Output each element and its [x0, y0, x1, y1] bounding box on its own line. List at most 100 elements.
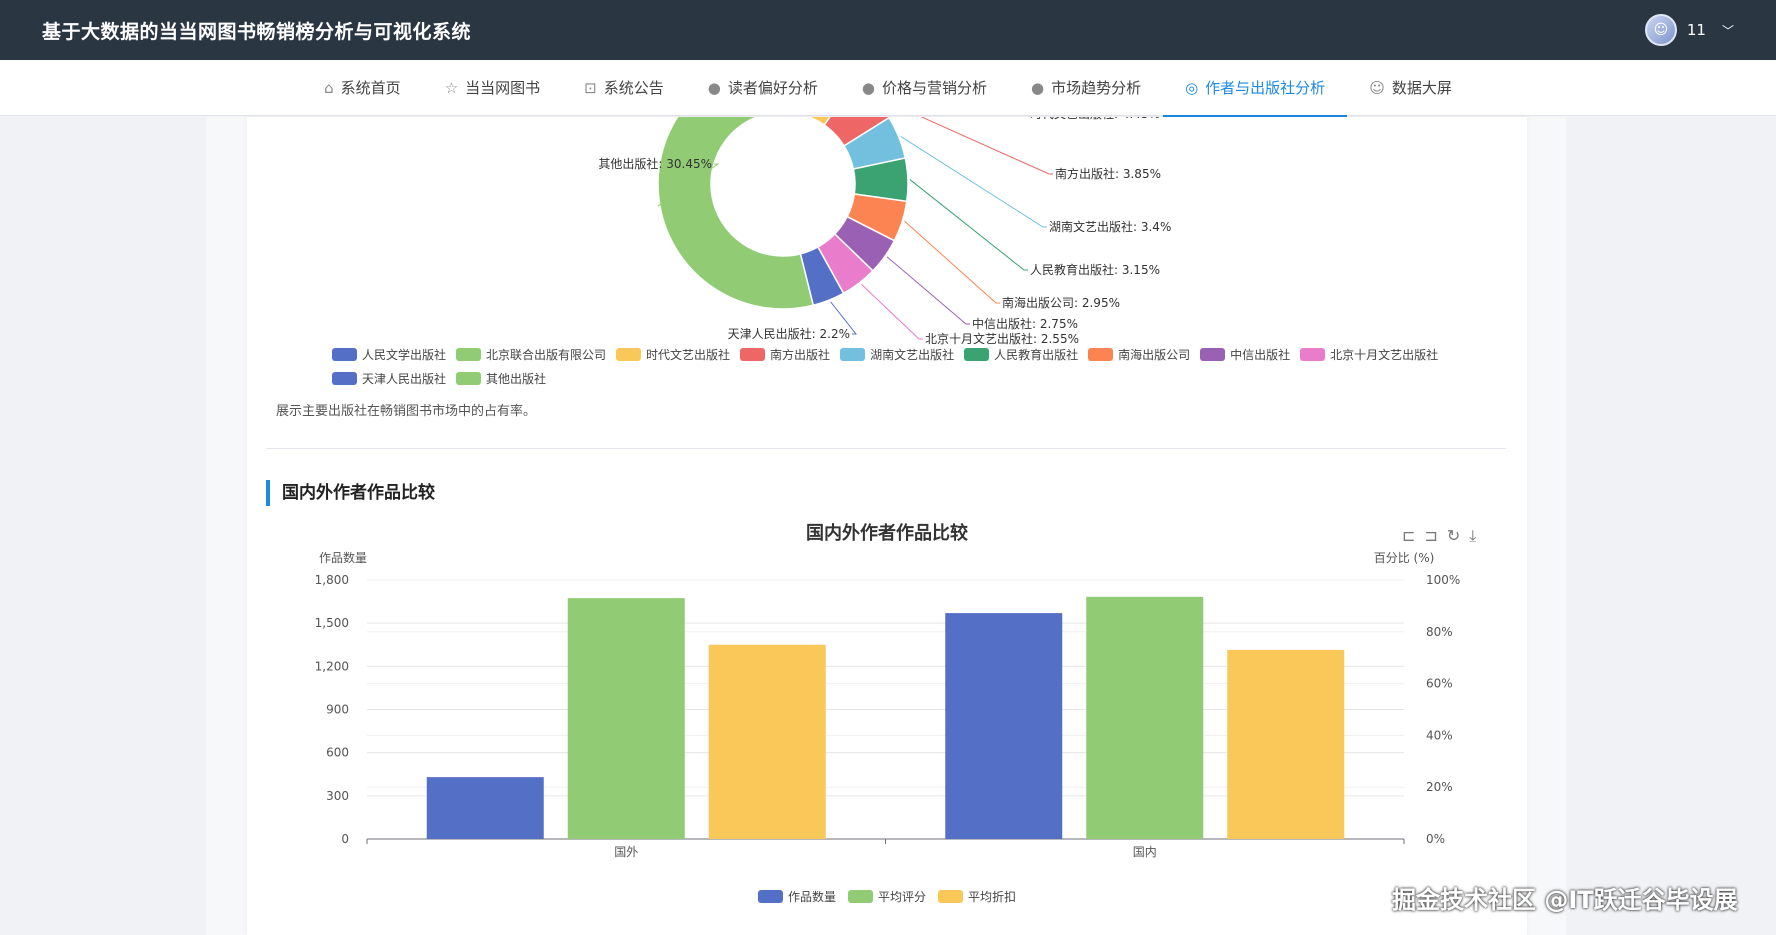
main-nav: ⌂ 系统首页 ☆ 当当网图书 ⊡ 系统公告 ● 读者偏好分析 ● 价格与营销分析 ● 市场趋势分析 ◎ 作… [0, 60, 1776, 118]
donut-leader-line [904, 220, 1000, 304]
bar-0-2[interactable] [708, 644, 826, 839]
y-tick-right: 20% [1426, 780, 1453, 794]
legend-swatch [740, 347, 766, 361]
publisher-share-donut-chart: 时代文艺出版社: 4.45% 南方出版社: 3.85% 湖南文艺出版社: 3.4% 人… [598, 117, 1171, 346]
bar-0-0[interactable] [426, 777, 544, 839]
user-menu[interactable]: ☺ 11 ﹀ [1644, 14, 1734, 46]
legend-swatch [456, 371, 482, 385]
legend-item[interactable]: 北京联合出版有限公司 [456, 346, 606, 362]
donut-slice-label: 南方出版社: 3.85% [1055, 166, 1161, 181]
legend-item[interactable]: 平均评分 [848, 888, 926, 904]
smile-icon: ☺ [1369, 78, 1385, 97]
nav-item-6[interactable]: ◎ 作者与出版社分析 [1163, 60, 1348, 118]
legend-item[interactable]: 人民文学出版社 [332, 346, 446, 362]
legend-label: 人民文学出版社 [362, 347, 447, 362]
legend-swatch [848, 889, 874, 903]
donut-slice-label: 中信出版社: 2.75% [972, 316, 1078, 331]
legend-item[interactable]: 南海出版公司 [1088, 346, 1190, 362]
nav-item-label: 读者偏好分析 [727, 79, 818, 97]
legend-swatch [938, 889, 964, 903]
donut-slice-label: 人民教育出版社: 3.15% [1030, 262, 1160, 277]
y-tick-left: 1,500 [315, 616, 349, 630]
legend-swatch [1088, 347, 1114, 361]
info-icon: ● [707, 78, 721, 97]
y-axis-right-label: 百分比 (%) [1374, 551, 1435, 565]
legend-item[interactable]: 天津人民出版社 [332, 370, 446, 386]
legend-label: 作品数量 [788, 889, 837, 904]
bar-0-1[interactable] [567, 598, 685, 839]
nav-item-1[interactable]: ☆ 当当网图书 [423, 60, 562, 116]
y-tick-right: 100% [1426, 573, 1460, 587]
section-divider [266, 448, 1506, 449]
watermark: 掘金技术社区 @IT跃迁谷毕设展 [1392, 886, 1738, 914]
y-tick-right: 80% [1426, 625, 1453, 639]
legend-swatch [332, 347, 357, 361]
avatar[interactable]: ☺ [1644, 14, 1677, 46]
nav-item-3[interactable]: ● 读者偏好分析 [686, 60, 840, 116]
legend-label: 人民教育出版社 [994, 347, 1079, 362]
legend-label: 南方出版社 [770, 347, 831, 362]
donut-slice-label: 南海出版公司: 2.95% [1002, 295, 1120, 310]
legend-label: 北京十月文艺出版社 [1330, 347, 1439, 362]
star-icon: ☆ [444, 78, 459, 97]
chevron-down-icon[interactable]: ﹀ [1722, 22, 1734, 39]
legend-item[interactable]: 北京十月文艺出版社 [1300, 346, 1438, 362]
bar-1-0[interactable] [945, 613, 1063, 839]
legend-item[interactable]: 人民教育出版社 [964, 346, 1078, 362]
bag-icon: ⊡ [584, 78, 597, 97]
legend-swatch [1300, 347, 1326, 361]
x-tick-label: 国外 [614, 845, 638, 859]
nav-item-4[interactable]: ● 价格与营销分析 [840, 60, 1009, 116]
legend-swatch [964, 347, 990, 361]
donut-slice-label: 湖南文艺出版社: 3.4% [1049, 219, 1171, 234]
donut-leader-line [886, 256, 970, 325]
nav-item-2[interactable]: ⊡ 系统公告 [562, 60, 686, 116]
bar-legend: 作品数量 平均评分 平均折扣 [758, 888, 1016, 904]
nav-item-label: 市场趋势分析 [1051, 79, 1142, 97]
legend-label: 平均折扣 [968, 889, 1017, 904]
y-tick-left: 0 [341, 832, 349, 846]
legend-item[interactable]: 湖南文艺出版社 [840, 346, 954, 362]
x-tick-label: 国内 [1133, 845, 1157, 859]
donut-slice-label: 时代文艺出版社: 4.45% [1030, 117, 1160, 121]
y-tick-left: 900 [326, 703, 349, 717]
username[interactable]: 11 [1687, 21, 1706, 39]
y-tick-left: 1,800 [315, 573, 349, 587]
legend-item[interactable]: 作品数量 [758, 888, 836, 904]
legend-item[interactable]: 南方出版社 [740, 346, 830, 362]
legend-swatch [456, 347, 482, 361]
donut-leader-line [909, 179, 1028, 271]
bar-1-1[interactable] [1086, 596, 1204, 839]
donut-slice-10[interactable] [657, 117, 815, 310]
nav-item-label: 作者与出版社分析 [1205, 79, 1326, 97]
legend-item[interactable]: 其他出版社 [456, 370, 546, 386]
y-tick-right: 60% [1426, 677, 1453, 691]
legend-item[interactable]: 时代文艺出版社 [616, 346, 730, 362]
donut-slice-label: 其他出版社: 30.45% [598, 156, 712, 171]
nav-item-5[interactable]: ● 市场趋势分析 [1009, 60, 1163, 116]
legend-label: 平均评分 [878, 889, 927, 904]
legend-swatch [332, 371, 357, 385]
nav-item-label: 当当网图书 [465, 79, 541, 97]
info-icon: ● [1030, 78, 1045, 97]
y-tick-right: 40% [1426, 728, 1453, 742]
donut-slice-label: 天津人民出版社: 2.2% [728, 326, 850, 341]
target-icon: ◎ [1185, 78, 1199, 97]
nav-item-7[interactable]: ☺ 数据大屏 [1347, 60, 1474, 116]
bar-1-2[interactable] [1227, 649, 1345, 839]
section-heading: 国内外作者作品比较 [266, 480, 435, 506]
y-tick-left: 300 [326, 789, 349, 803]
nav-item-0[interactable]: ⌂ 系统首页 [302, 60, 423, 116]
legend-label: 北京联合出版有限公司 [486, 347, 607, 362]
y-axis-left-label: 作品数量 [319, 550, 367, 565]
chart-title: 国内外作者作品比较 [806, 522, 968, 544]
legend-label: 其他出版社 [486, 371, 547, 386]
legend-item[interactable]: 中信出版社 [1200, 346, 1290, 362]
app-title: 基于大数据的当当网图书畅销榜分析与可视化系统 [42, 20, 472, 43]
nav-item-label: 系统公告 [603, 79, 664, 97]
y-tick-left: 600 [326, 746, 349, 760]
home-icon: ⌂ [324, 78, 334, 97]
legend-item[interactable]: 平均折扣 [938, 888, 1016, 904]
legend-swatch [840, 347, 866, 361]
y-tick-left: 1,200 [315, 659, 349, 673]
